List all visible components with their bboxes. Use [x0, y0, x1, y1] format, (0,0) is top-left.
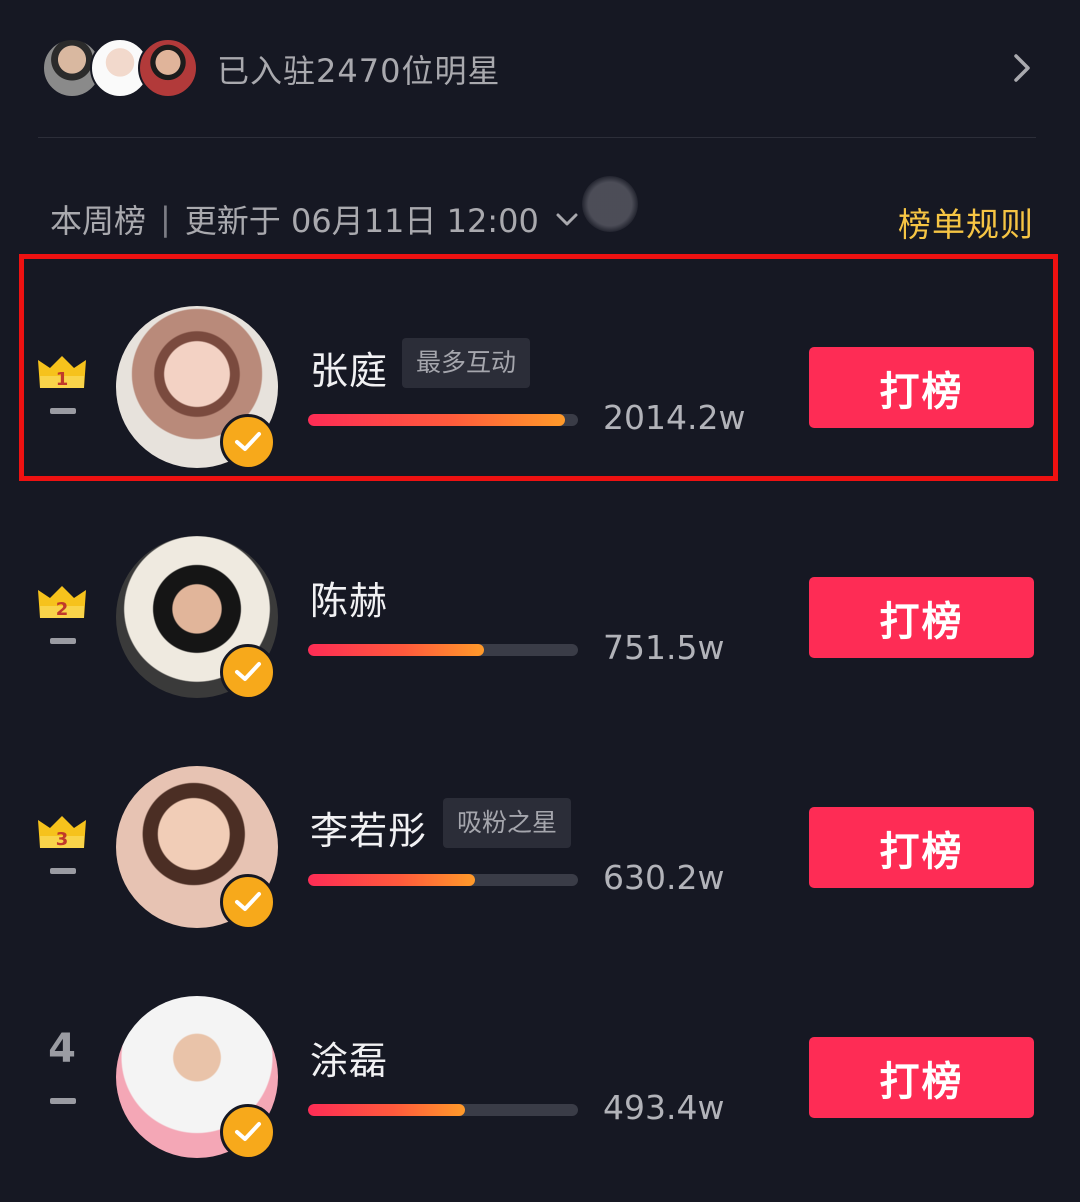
verified-icon [220, 414, 276, 470]
heat-progress-fill [308, 874, 476, 886]
star-name[interactable]: 涂磊 [310, 1030, 388, 1085]
heat-value: 493.4w [603, 1088, 725, 1127]
verified-icon [220, 1104, 276, 1160]
ranking-list: 1 张庭 最多互动 2014.2w 打榜 2 陈赫 751.5w 打榜 3 李若彤 吸粉之星 630.2… [0, 254, 1080, 1178]
settled-stars-count: 已入驻2470位明星 [217, 52, 501, 90]
period-label: 本周榜 [50, 202, 147, 240]
touch-indicator [582, 176, 638, 232]
rank-number: 1 [56, 369, 69, 390]
vote-button[interactable]: 打榜 [809, 1037, 1034, 1118]
avatar [138, 38, 198, 98]
crown-icon: 1 [38, 356, 86, 390]
rank-unchanged-icon [50, 868, 76, 874]
chevron-down-icon[interactable] [553, 205, 581, 233]
rank-unchanged-icon [50, 1098, 76, 1104]
separator: | [160, 200, 171, 238]
heat-value: 751.5w [603, 628, 725, 667]
verified-icon [220, 874, 276, 930]
vote-button[interactable]: 打榜 [809, 577, 1034, 658]
ranking-rules-link[interactable]: 榜单规则 [898, 198, 1034, 246]
crown-icon: 2 [38, 586, 86, 620]
heat-progress-bar [308, 874, 578, 886]
heat-progress-bar [308, 644, 578, 656]
star-name[interactable]: 陈赫 [310, 570, 388, 625]
heat-progress-bar [308, 1104, 578, 1116]
heat-value: 630.2w [603, 858, 725, 897]
heat-progress-bar [308, 414, 578, 426]
heat-progress-fill [308, 414, 565, 426]
chevron-right-icon[interactable] [1008, 50, 1036, 86]
rank-number: 3 [56, 829, 69, 850]
rank-number: 2 [56, 599, 69, 620]
vote-button[interactable]: 打榜 [809, 807, 1034, 888]
heat-value: 2014.2w [603, 398, 746, 437]
week-period-selector[interactable]: 本周榜 | 更新于 06月11日 12:00 [50, 196, 581, 242]
rank-number: 4 [48, 1026, 76, 1072]
vote-button[interactable]: 打榜 [809, 347, 1034, 428]
rank-unchanged-icon [50, 638, 76, 644]
ranking-row[interactable]: 2 陈赫 751.5w 打榜 [0, 488, 1080, 718]
star-tag: 吸粉之星 [443, 798, 572, 848]
ranking-row[interactable]: 4 涂磊 493.4w 打榜 [0, 948, 1080, 1178]
verified-icon [220, 644, 276, 700]
settled-stars-banner[interactable]: 已入驻2470位明星 [0, 0, 1080, 138]
heat-progress-fill [308, 644, 484, 656]
star-name[interactable]: 李若彤 [310, 800, 427, 855]
star-name[interactable]: 张庭 [310, 340, 388, 395]
star-tag: 最多互动 [402, 338, 531, 388]
avatar-stack [42, 38, 202, 98]
rank-unchanged-icon [50, 408, 76, 414]
update-time: 更新于 06月11日 12:00 [184, 202, 539, 240]
ranking-row[interactable]: 3 李若彤 吸粉之星 630.2w 打榜 [0, 718, 1080, 948]
heat-progress-fill [308, 1104, 465, 1116]
divider [38, 137, 1036, 138]
ranking-row[interactable]: 1 张庭 最多互动 2014.2w 打榜 [0, 254, 1080, 488]
crown-icon: 3 [38, 816, 86, 850]
